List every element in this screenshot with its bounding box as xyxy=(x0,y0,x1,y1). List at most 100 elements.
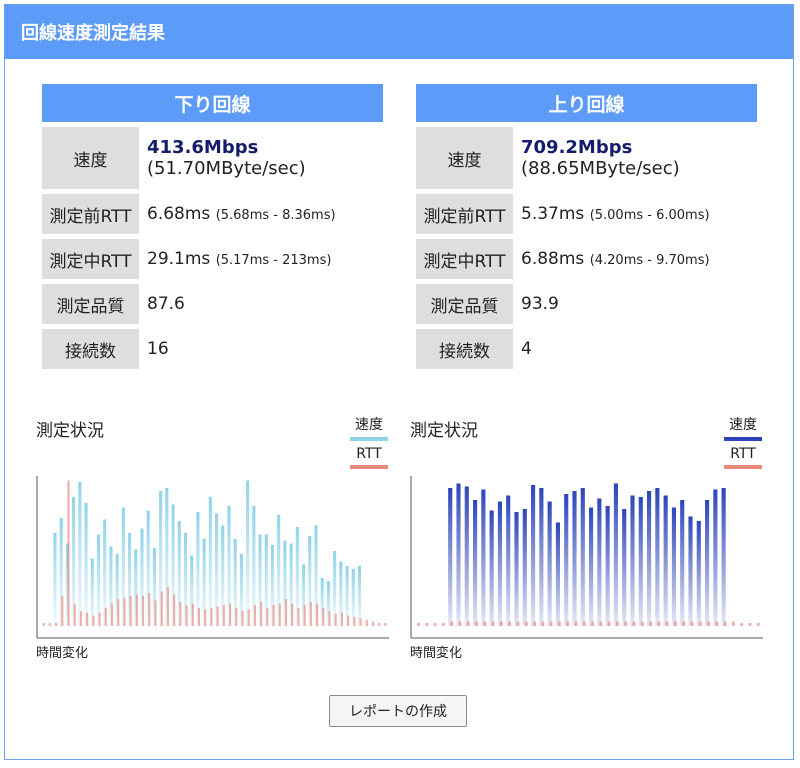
download-rtt-during-range: (5.17ms - 213ms) xyxy=(215,253,332,268)
rtt-bar xyxy=(508,621,512,626)
upload-rtt-during-value: 6.88ms (4.20ms - 9.70ms) xyxy=(513,234,757,279)
upload-connections-value: 4 xyxy=(513,324,757,369)
download-quality-value: 87.6 xyxy=(139,279,383,324)
speed-bar xyxy=(589,507,594,626)
speed-bar xyxy=(647,491,652,626)
rtt-bar xyxy=(334,614,337,626)
download-chart-xlabel: 時間変化 xyxy=(36,646,89,661)
download-legend-speed: 速度 xyxy=(350,414,388,441)
speed-bar xyxy=(522,509,527,626)
rtt-bar xyxy=(135,594,138,626)
rtt-bar xyxy=(657,621,661,626)
rtt-bar xyxy=(173,594,176,626)
rtt-bar xyxy=(425,623,429,626)
rtt-bar xyxy=(61,596,64,626)
legend-swatch xyxy=(350,465,388,469)
speed-bar xyxy=(481,489,486,626)
rtt-bar xyxy=(278,603,281,626)
create-report-button[interactable]: レポートの作成 xyxy=(329,695,467,727)
rtt-bar xyxy=(574,621,578,626)
rtt-bar xyxy=(67,480,70,626)
rtt-bar xyxy=(73,603,76,626)
rtt-during-label: 測定中RTT xyxy=(42,234,139,279)
download-connections-value: 16 xyxy=(139,324,383,369)
rtt-bar xyxy=(260,602,263,626)
rtt-bar xyxy=(315,603,319,626)
upload-quality-value: 93.9 xyxy=(513,279,757,324)
rtt-bar xyxy=(524,621,528,626)
download-rtt-during-value: 29.1ms (5.17ms - 213ms) xyxy=(139,234,383,279)
rtt-bar xyxy=(371,621,375,626)
rtt-bar xyxy=(433,623,437,626)
speed-bar xyxy=(688,516,693,626)
speed-bar xyxy=(96,534,101,626)
speed-bar xyxy=(622,509,627,626)
upload-rtt-before-main: 5.37ms xyxy=(521,204,585,224)
rtt-bar xyxy=(690,621,694,626)
rtt-bar xyxy=(347,615,350,626)
rtt-bar xyxy=(54,623,58,626)
speed-bar xyxy=(630,495,635,626)
rtt-bar xyxy=(450,621,454,626)
rtt-bar xyxy=(591,621,594,626)
connections-label: 接続数 xyxy=(416,324,513,369)
upload-speed-mbytes: (88.65MByte/sec) xyxy=(521,158,680,179)
speed-bar xyxy=(705,500,710,626)
rtt-bar xyxy=(104,608,107,626)
rtt-bar xyxy=(98,612,101,626)
rtt-bar xyxy=(466,621,470,626)
speed-bar xyxy=(638,497,643,626)
speed-bar xyxy=(555,522,560,626)
legend-swatch xyxy=(350,437,388,441)
upload-results-table: 上り回線 速度 709.2Mbps (88.65MByte/sec) 測定前RT… xyxy=(416,84,757,369)
rtt-bar xyxy=(698,621,702,626)
rtt-bar xyxy=(179,602,182,626)
rtt-bar xyxy=(197,608,201,626)
rtt-bar xyxy=(491,621,495,626)
upload-rtt-during-range: (4.20ms - 9.70ms) xyxy=(589,253,710,268)
rtt-bar xyxy=(566,621,570,626)
legend-swatch xyxy=(724,437,762,441)
rtt-bar xyxy=(682,621,686,626)
rtt-bar xyxy=(748,623,752,626)
rtt-bar xyxy=(110,603,114,626)
legend-label: 速度 xyxy=(729,417,757,433)
download-chart xyxy=(36,476,389,639)
rtt-bar xyxy=(417,623,420,626)
rtt-bar xyxy=(79,611,83,626)
speed-bar xyxy=(663,495,668,626)
legend-label: RTT xyxy=(730,446,756,462)
upload-rtt-before-value: 5.37ms (5.00ms - 6.00ms) xyxy=(513,189,757,234)
speed-bar xyxy=(613,483,618,626)
rtt-bar xyxy=(129,596,132,626)
rtt-bar xyxy=(640,621,644,626)
upload-chart-title: 測定状況 xyxy=(410,421,478,441)
speed-bar xyxy=(572,491,577,626)
rtt-bar xyxy=(216,606,219,626)
rtt-bar xyxy=(235,608,238,626)
speed-bar xyxy=(713,489,718,626)
download-rtt-before-value: 6.68ms (5.68ms - 8.36ms) xyxy=(139,189,383,234)
rtt-bar xyxy=(624,621,628,626)
rtt-bar xyxy=(328,611,331,626)
download-speed-mbytes: (51.70MByte/sec) xyxy=(147,158,306,179)
rtt-bar xyxy=(533,621,536,626)
rtt-before-label: 測定前RTT xyxy=(416,189,513,234)
speed-bar xyxy=(539,488,544,626)
download-rtt-before-main: 6.68ms xyxy=(147,204,211,224)
rtt-bar xyxy=(42,623,45,626)
rtt-bar xyxy=(185,605,188,626)
rtt-bar xyxy=(740,623,744,626)
rtt-bar xyxy=(86,612,89,626)
rtt-bar xyxy=(365,620,368,626)
rtt-bar xyxy=(117,599,120,626)
legend-label: RTT xyxy=(356,446,382,462)
rtt-bar xyxy=(228,603,232,626)
rtt-bar xyxy=(141,596,145,626)
upload-rtt-before-range: (5.00ms - 6.00ms) xyxy=(589,208,710,223)
legend-label: 速度 xyxy=(355,417,383,433)
rtt-before-label: 測定前RTT xyxy=(42,189,139,234)
speed-bar xyxy=(464,486,469,626)
rtt-bar xyxy=(723,621,727,626)
speed-bar xyxy=(547,501,552,626)
